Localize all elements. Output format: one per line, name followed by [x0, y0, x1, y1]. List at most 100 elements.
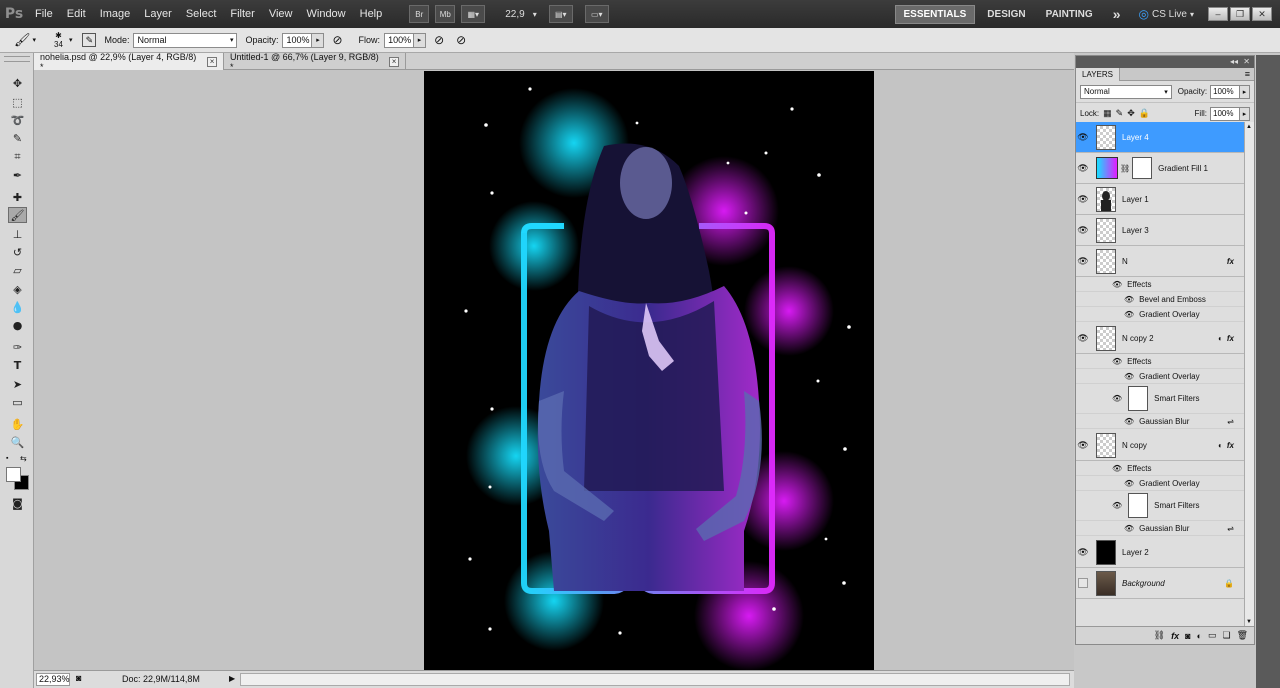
layer-name[interactable]: Background: [1122, 579, 1165, 588]
brush-size-picker[interactable]: ✱ 34: [54, 31, 63, 49]
eye-icon[interactable]: 👁: [1112, 357, 1122, 366]
effect-gradient-overlay[interactable]: 👁 Gradient Overlay: [1076, 476, 1244, 491]
eye-icon[interactable]: 👁: [1124, 417, 1134, 426]
menu-filter[interactable]: Filter: [223, 8, 261, 20]
hand-tool-icon[interactable]: ✋: [8, 416, 27, 432]
close-icon[interactable]: ×: [207, 56, 217, 67]
arrange-documents-button[interactable]: ▤▾: [548, 5, 573, 23]
eye-icon[interactable]: 👁: [1076, 223, 1090, 237]
quick-selection-tool-icon[interactable]: ✎: [8, 130, 27, 146]
quick-mask-icon[interactable]: ◙: [8, 495, 27, 511]
eye-icon[interactable]: 👁: [1076, 130, 1090, 144]
opacity-slider-toggle[interactable]: ▸: [1240, 84, 1250, 99]
new-layer-icon[interactable]: ❏: [1222, 630, 1230, 641]
tab-untitled-1[interactable]: Untitled-1 @ 66,7% (Layer 9, RGB/8) * ×: [224, 52, 406, 72]
brush-tool-preset-icon[interactable]: 🖌: [14, 32, 31, 48]
default-colors-icon[interactable]: ▪: [6, 455, 14, 463]
eye-icon[interactable]: 👁: [1112, 394, 1122, 403]
panel-close-icon[interactable]: ✕: [1243, 57, 1250, 66]
flow-input[interactable]: 100%: [384, 32, 415, 48]
zoom-percentage-field[interactable]: 22,93%: [36, 673, 70, 686]
status-info-icon[interactable]: ◙: [76, 673, 81, 683]
workspace-essentials[interactable]: ESSENTIALS: [894, 4, 976, 24]
smart-filters-row[interactable]: 👁 Smart Filters: [1076, 384, 1244, 414]
fill-slider-toggle[interactable]: ▸: [1240, 106, 1250, 121]
menu-view[interactable]: View: [262, 8, 300, 20]
fx-icon[interactable]: fx: [1227, 441, 1234, 450]
document-canvas[interactable]: [424, 71, 874, 671]
lock-transparency-icon[interactable]: ▦: [1103, 108, 1112, 119]
fx-icon[interactable]: fx: [1227, 257, 1234, 266]
layer-opacity-input[interactable]: 100%: [1210, 84, 1241, 99]
pen-tool-icon[interactable]: ✑: [8, 339, 27, 355]
zoom-tool-icon[interactable]: 🔍: [8, 434, 27, 450]
status-menu-arrow[interactable]: ▶: [229, 674, 235, 683]
eye-icon[interactable]: 👁: [1112, 280, 1122, 289]
history-brush-tool-icon[interactable]: ↺: [8, 244, 27, 260]
eye-icon[interactable]: 👁: [1076, 331, 1090, 345]
lock-pixels-icon[interactable]: ✎: [1116, 108, 1124, 119]
layer-row-n[interactable]: 👁 N fx: [1076, 246, 1244, 277]
link-icon[interactable]: ⛓: [1154, 630, 1165, 641]
tab-layers[interactable]: LAYERS: [1076, 68, 1120, 81]
lock-position-icon[interactable]: ✥: [1127, 108, 1135, 119]
swap-colors-icon[interactable]: ⇆: [20, 454, 27, 463]
workspace-painting[interactable]: PAINTING: [1038, 6, 1101, 23]
visibility-toggle-empty[interactable]: [1078, 578, 1088, 588]
screen-mode-button[interactable]: ▭▾: [584, 5, 609, 23]
smart-filters-row[interactable]: 👁 Smart Filters: [1076, 491, 1244, 521]
fx-icon[interactable]: fx: [1171, 631, 1179, 641]
layer-row-background[interactable]: Background 🔒: [1076, 568, 1244, 599]
layer-name[interactable]: Layer 4: [1122, 133, 1149, 142]
layer-name[interactable]: N copy 2: [1122, 334, 1154, 343]
tool-preset-dropdown-icon[interactable]: ▾: [33, 36, 37, 44]
folder-icon[interactable]: ▭: [1208, 630, 1217, 641]
panel-header-bar[interactable]: ◂◂ ✕: [1076, 56, 1254, 68]
healing-brush-tool-icon[interactable]: ✚: [8, 189, 27, 205]
crop-tool-icon[interactable]: ⌗: [8, 149, 27, 165]
eraser-tool-icon[interactable]: ▱: [8, 262, 27, 278]
close-button[interactable]: ✕: [1252, 7, 1272, 21]
layer-name[interactable]: Layer 3: [1122, 226, 1149, 235]
layer-row-layer-3[interactable]: 👁 Layer 3: [1076, 215, 1244, 246]
eye-icon[interactable]: 👁: [1076, 161, 1090, 175]
scroll-up-icon[interactable]: ▲: [1246, 124, 1252, 130]
filter-gaussian-blur[interactable]: 👁 Gaussian Blur ⇌: [1076, 521, 1244, 536]
mode-select[interactable]: Normal ▾: [133, 32, 238, 48]
airbrush-icon[interactable]: ⊘: [434, 33, 444, 47]
eye-icon[interactable]: 👁: [1076, 254, 1090, 268]
mini-bridge-button[interactable]: Mb: [435, 5, 456, 23]
eye-icon[interactable]: 👁: [1112, 464, 1122, 473]
cs-live-button[interactable]: CS Live: [1152, 9, 1187, 20]
eye-icon[interactable]: 👁: [1076, 438, 1090, 452]
blur-tool-icon[interactable]: 💧: [8, 299, 27, 315]
opacity-input[interactable]: 100%: [282, 32, 313, 48]
brush-panel-toggle-icon[interactable]: ✎: [82, 33, 97, 47]
lasso-tool-icon[interactable]: ➰: [8, 112, 27, 128]
eye-icon[interactable]: 👁: [1124, 524, 1134, 533]
collapse-icon[interactable]: ◂◂: [1230, 57, 1238, 66]
cs-live-dropdown-icon[interactable]: ▾: [1190, 10, 1194, 19]
paint-bucket-tool-icon[interactable]: ◈: [8, 281, 27, 297]
tab-nohelia[interactable]: nohelia.psd @ 22,9% (Layer 4, RGB/8) * ×: [34, 52, 224, 72]
toolbar-grip[interactable]: [4, 56, 30, 62]
menu-image[interactable]: Image: [93, 8, 138, 20]
menu-select[interactable]: Select: [179, 8, 224, 20]
adjustment-icon[interactable]: ◐: [1197, 631, 1202, 641]
type-tool-icon[interactable]: T: [8, 357, 27, 373]
eye-icon[interactable]: 👁: [1124, 479, 1134, 488]
lock-all-icon[interactable]: 🔒: [1139, 108, 1150, 119]
effects-row[interactable]: 👁 Effects: [1076, 354, 1244, 369]
foreground-color-swatch[interactable]: [6, 467, 21, 482]
layer-row-layer-1[interactable]: 👁 Layer 1: [1076, 184, 1244, 215]
layer-row-layer-2[interactable]: 👁 Layer 2: [1076, 537, 1244, 568]
trash-icon[interactable]: 🗑: [1237, 630, 1248, 641]
layer-row-gradient-fill-1[interactable]: 👁 ⛓ Gradient Fill 1: [1076, 153, 1244, 184]
brush-tool-icon[interactable]: 🖌: [8, 207, 27, 223]
eye-icon[interactable]: 👁: [1124, 310, 1134, 319]
fill-input[interactable]: 100%: [1210, 106, 1240, 121]
layer-name[interactable]: Layer 1: [1122, 195, 1149, 204]
menu-help[interactable]: Help: [353, 8, 390, 20]
menu-layer[interactable]: Layer: [137, 8, 179, 20]
effect-gradient-overlay[interactable]: 👁 Gradient Overlay: [1076, 307, 1244, 322]
